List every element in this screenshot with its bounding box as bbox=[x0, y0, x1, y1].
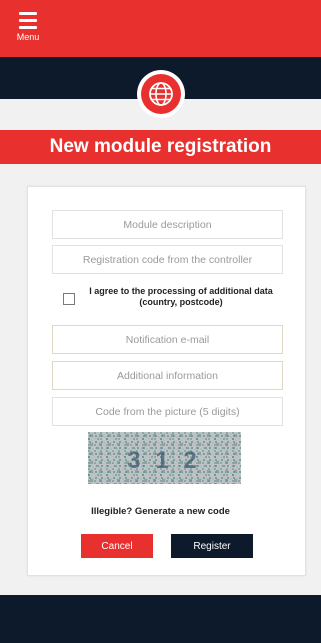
registration-code-field[interactable]: Registration code from the controller bbox=[52, 245, 283, 274]
captcha-text: 3 1 2 bbox=[127, 447, 200, 474]
captcha-code-field[interactable]: Code from the picture (5 digits) bbox=[52, 397, 283, 426]
consent-checkbox[interactable] bbox=[63, 293, 75, 305]
menu-label: Menu bbox=[16, 32, 40, 42]
globe-icon bbox=[149, 82, 173, 106]
logo-badge bbox=[137, 70, 185, 118]
module-description-field[interactable]: Module description bbox=[52, 210, 283, 239]
regenerate-code-link[interactable]: Illegible? Generate a new code bbox=[0, 506, 321, 517]
register-button[interactable]: Register bbox=[171, 534, 253, 558]
consent-row: I agree to the processing of additional … bbox=[63, 286, 283, 316]
consent-label: I agree to the processing of additional … bbox=[89, 286, 273, 307]
footer-bar bbox=[0, 595, 321, 643]
additional-information-field[interactable]: Additional information bbox=[52, 361, 283, 390]
hamburger-icon bbox=[19, 12, 37, 33]
menu-button[interactable]: Menu bbox=[8, 6, 48, 52]
page-title: New module registration bbox=[0, 130, 321, 164]
top-bar: Menu bbox=[0, 0, 321, 57]
cancel-button[interactable]: Cancel bbox=[81, 534, 153, 558]
notification-email-field[interactable]: Notification e-mail bbox=[52, 325, 283, 354]
captcha-image: 3 1 2 bbox=[88, 432, 241, 484]
